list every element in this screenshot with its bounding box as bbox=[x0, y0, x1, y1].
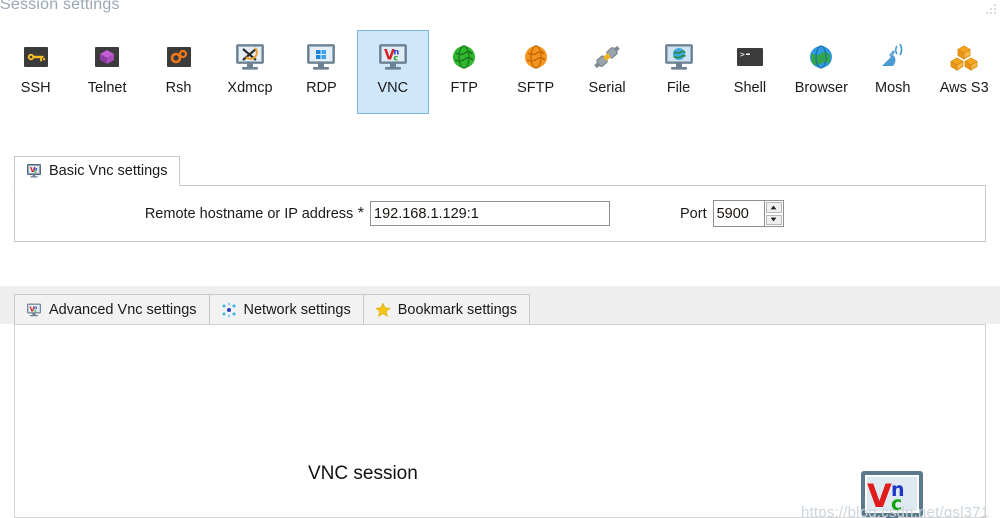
mosh-satellite-icon bbox=[877, 41, 909, 73]
basic-tabstrip: V n c Basic Vnc settings bbox=[14, 155, 986, 186]
protocol-item-telnet[interactable]: Telnet bbox=[71, 30, 142, 114]
tab-label: Advanced Vnc settings bbox=[49, 301, 197, 318]
basic-vnc-settings-body: Remote hostname or IP address * Port bbox=[14, 185, 986, 242]
protocol-item-label: FTP bbox=[450, 80, 478, 96]
watermark-text: https://blog.csdn.net/gsl371 bbox=[801, 504, 990, 518]
telnet-cube-icon bbox=[91, 41, 123, 73]
lower-settings-group: Vn c Advanced Vnc settings Network settings… bbox=[14, 294, 990, 518]
protocol-item-label: SFTP bbox=[517, 80, 555, 96]
protocol-item-shell[interactable]: > Shell bbox=[714, 30, 785, 114]
svg-text:>: > bbox=[740, 50, 745, 59]
aws-s3-buckets-icon bbox=[948, 41, 980, 73]
protocol-item-xdmcp[interactable]: Xdmcp bbox=[214, 30, 285, 114]
svg-text:c: c bbox=[34, 170, 37, 175]
file-globe-monitor-icon bbox=[663, 41, 695, 73]
port-input[interactable] bbox=[713, 201, 764, 226]
rsh-gears-icon bbox=[163, 41, 195, 73]
resize-grip-icon[interactable] bbox=[982, 2, 998, 18]
port-label: Port bbox=[680, 205, 707, 222]
tab-basic-vnc-settings-label: Basic Vnc settings bbox=[49, 163, 168, 179]
protocol-item-label: SSH bbox=[20, 80, 51, 96]
vnc-monitor-icon: V n c bbox=[26, 163, 42, 179]
protocol-item-serial[interactable]: Serial bbox=[571, 30, 642, 114]
tab-label: Network settings bbox=[243, 301, 351, 318]
protocol-item-sftp[interactable]: SFTP bbox=[500, 30, 571, 114]
star-icon bbox=[374, 301, 391, 318]
vnc-monitor-icon: Vnc bbox=[377, 41, 409, 73]
vnc-monitor-icon: Vnc bbox=[26, 302, 42, 318]
session-settings-window: Session settings SSH Telnet Rsh Xdmcp RDP Vn c… bbox=[0, 0, 1000, 518]
protocol-item-rsh[interactable]: Rsh bbox=[143, 30, 214, 114]
hostname-input[interactable] bbox=[370, 201, 610, 226]
browser-globe-icon bbox=[805, 41, 837, 73]
protocol-item-label: VNC bbox=[377, 80, 409, 96]
basic-form-row: Remote hostname or IP address * Port bbox=[15, 186, 985, 241]
spinner-up-icon[interactable] bbox=[765, 202, 782, 213]
protocol-item-rdp[interactable]: RDP bbox=[286, 30, 357, 114]
port-stepper[interactable] bbox=[712, 200, 784, 227]
shell-terminal-icon: > bbox=[734, 41, 766, 73]
protocol-item-label: Aws S3 bbox=[939, 80, 989, 96]
protocol-item-file[interactable]: File bbox=[643, 30, 714, 114]
protocol-item-label: Telnet bbox=[87, 80, 127, 96]
spinner-down-icon[interactable] bbox=[765, 214, 782, 225]
protocol-item-label: Shell bbox=[733, 80, 767, 96]
protocol-item-label: Xdmcp bbox=[227, 80, 273, 96]
xdmcp-monitor-icon bbox=[234, 41, 266, 73]
network-dots-icon bbox=[221, 302, 237, 318]
lower-tabstrip: Vn c Advanced Vnc settings Network settings… bbox=[14, 294, 986, 324]
protocol-item-vnc[interactable]: Vn c VNC bbox=[357, 30, 429, 114]
tab-advanced-vnc-settings[interactable]: Vn c Advanced Vnc settings bbox=[14, 294, 210, 324]
tab-bookmark-settings[interactable]: Bookmark settings bbox=[362, 294, 530, 324]
tab-label: Bookmark settings bbox=[397, 301, 517, 318]
ssh-key-icon bbox=[20, 41, 52, 73]
protocol-item-label: Rsh bbox=[165, 80, 192, 96]
serial-plug-icon bbox=[591, 41, 623, 73]
svg-text:c: c bbox=[393, 54, 398, 63]
protocol-item-label: Mosh bbox=[875, 80, 911, 96]
window-title: Session settings bbox=[0, 0, 120, 13]
protocol-toolbar: SSH Telnet Rsh Xdmcp RDP Vn c VNC FTP SFTP Serial F… bbox=[0, 30, 1000, 118]
basic-vnc-settings-group: V n c Basic Vnc settings Remote hostname… bbox=[14, 155, 986, 242]
tab-network-settings[interactable]: Network settings bbox=[208, 294, 364, 324]
hostname-label: Remote hostname or IP address bbox=[144, 205, 354, 222]
protocol-item-ssh[interactable]: SSH bbox=[0, 30, 71, 114]
protocol-item-aws-s3[interactable]: Aws S3 bbox=[928, 30, 999, 114]
tab-basic-vnc-settings[interactable]: V n c Basic Vnc settings bbox=[14, 156, 181, 186]
session-title: VNC session bbox=[308, 463, 418, 484]
protocol-item-ftp[interactable]: FTP bbox=[429, 30, 500, 114]
protocol-item-label: File bbox=[666, 80, 691, 96]
protocol-item-label: Serial bbox=[588, 80, 626, 96]
ftp-globe-icon bbox=[448, 41, 480, 73]
port-stepper-buttons bbox=[763, 201, 783, 226]
protocol-item-browser[interactable]: Browser bbox=[786, 30, 857, 114]
protocol-item-mosh[interactable]: Mosh bbox=[857, 30, 928, 114]
sftp-globe-icon bbox=[520, 41, 552, 73]
rdp-windows-monitor-icon bbox=[305, 41, 337, 73]
vnc-session-preview-panel: VNC session V n c https://blog.csdn.net/… bbox=[14, 324, 990, 518]
protocol-item-label: Browser bbox=[794, 80, 848, 96]
hostname-required-marker: * bbox=[357, 204, 364, 222]
protocol-item-label: RDP bbox=[306, 80, 337, 96]
